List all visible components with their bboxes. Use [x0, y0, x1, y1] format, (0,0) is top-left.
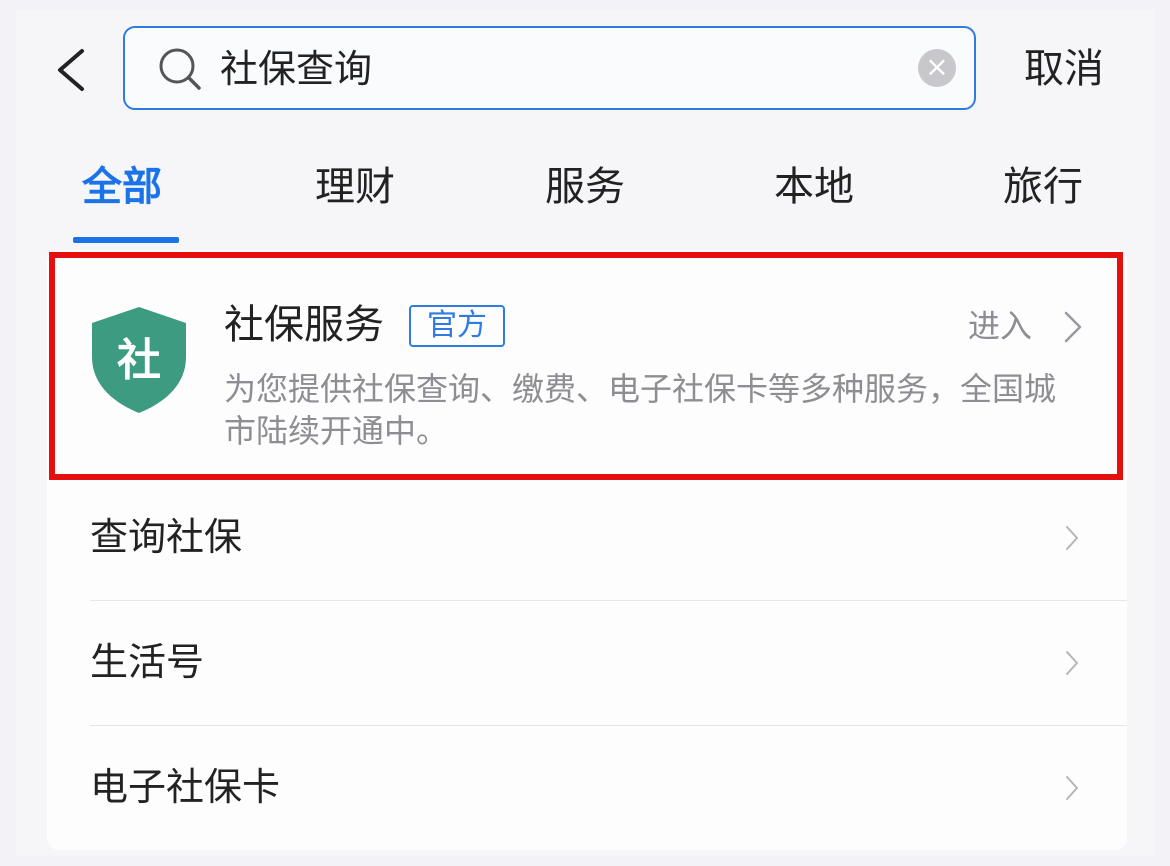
- tab-local[interactable]: 本地: [774, 160, 854, 214]
- chevron-right-icon: [1064, 311, 1082, 343]
- shield-icon-char: 社: [117, 335, 161, 386]
- chevron-right-icon: [1066, 526, 1078, 550]
- featured-title: 社保服务: [224, 302, 384, 348]
- chevron-left-icon: [58, 49, 84, 91]
- tab-all[interactable]: 全部: [82, 160, 162, 214]
- social-security-shield-icon: 社: [92, 307, 186, 413]
- clear-icon[interactable]: ×: [918, 49, 956, 87]
- chevron-right-icon: [1066, 776, 1078, 800]
- divider: [90, 600, 1127, 601]
- tab-finance[interactable]: 理财: [315, 160, 395, 214]
- chevron-right-icon: [1066, 651, 1078, 675]
- tab-travel[interactable]: 旅行: [1003, 160, 1083, 214]
- result-label[interactable]: 电子社保卡: [90, 762, 280, 812]
- divider: [90, 725, 1127, 726]
- cancel-button[interactable]: 取消: [1024, 44, 1104, 94]
- enter-link[interactable]: 进入: [968, 306, 1032, 346]
- search-icon: [159, 48, 201, 90]
- back-button[interactable]: [52, 48, 92, 92]
- result-label[interactable]: 查询社保: [90, 512, 242, 562]
- official-badge: 官方: [409, 305, 505, 347]
- featured-description: 为您提供社保查询、缴费、电子社保卡等多种服务，全国城市陆续开通中。: [224, 370, 1057, 450]
- result-label[interactable]: 生活号: [90, 637, 204, 687]
- tab-services[interactable]: 服务: [545, 160, 625, 214]
- search-input[interactable]: 社保查询 ×: [123, 26, 976, 110]
- active-tab-indicator: [73, 237, 179, 243]
- search-query[interactable]: 社保查询: [220, 46, 372, 92]
